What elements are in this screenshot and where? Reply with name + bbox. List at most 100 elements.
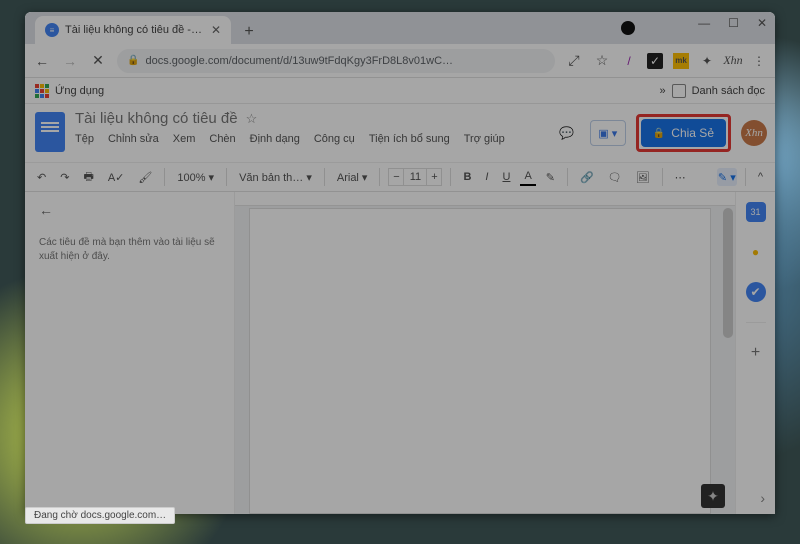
insert-image-button[interactable]: 🖼	[632, 169, 654, 186]
separator	[324, 168, 325, 186]
star-doc-icon[interactable]: ☆	[246, 111, 258, 127]
separator	[164, 168, 165, 186]
separator	[567, 168, 568, 186]
share-button[interactable]: 🔒 Chia Sẻ	[641, 119, 726, 147]
docs-logo-icon[interactable]	[35, 112, 65, 152]
tab-close-icon[interactable]: ✕	[211, 23, 221, 37]
window-controls: — ☐ ✕	[698, 16, 767, 30]
italic-button[interactable]: I	[481, 169, 492, 185]
url-text: docs.google.com/document/d/13uw9tFdqKgy3…	[145, 55, 453, 67]
print-button[interactable]: 🖶	[79, 166, 97, 189]
separator	[450, 168, 451, 186]
separator	[745, 168, 746, 186]
browser-tab[interactable]: ≡ Tài liệu không có tiêu đề - Googl ✕	[35, 16, 231, 44]
header-right: 💬 ▣ ▾ 🔒 Chia Sẻ Xhn	[554, 114, 767, 152]
url-field[interactable]: 🔒 docs.google.com/document/d/13uw9tFdqKg…	[117, 49, 555, 73]
font-size-stepper: − 11 +	[388, 168, 442, 186]
menu-format[interactable]: Định dạng	[250, 133, 300, 145]
redo-button[interactable]: ↷	[56, 169, 73, 186]
share-highlight: 🔒 Chia Sẻ	[636, 114, 731, 152]
add-comment-button[interactable]: 🗨	[604, 169, 626, 186]
tasks-icon[interactable]: ✔	[746, 282, 766, 302]
ext-icon-1[interactable]: /	[621, 53, 637, 69]
comments-history-icon[interactable]: 💬	[554, 120, 580, 146]
undo-button[interactable]: ↶	[33, 169, 50, 186]
formatting-toolbar: ↶ ↷ 🖶 A✓ 🖌 100% ▾ Văn bản th… ▾ Arial ▾ …	[25, 162, 775, 192]
bold-button[interactable]: B	[459, 169, 475, 185]
tab-title: Tài liệu không có tiêu đề - Googl	[65, 24, 205, 36]
apps-label[interactable]: Ứng dụng	[55, 85, 104, 97]
reading-list-label[interactable]: Danh sách đọc	[692, 85, 765, 97]
search-engine-icon[interactable]: ⤢	[565, 52, 583, 69]
separator	[226, 168, 227, 186]
text-color-button[interactable]: A	[520, 168, 535, 186]
nav-stop-button[interactable]: ✕	[89, 52, 107, 69]
separator	[662, 168, 663, 186]
minimize-button[interactable]: —	[698, 16, 710, 30]
browser-menu-icon[interactable]: ⋮	[751, 53, 767, 69]
outline-pane: ← Các tiêu đề mà bạn thêm vào tài liệu s…	[25, 192, 235, 514]
font-size-value[interactable]: 11	[404, 168, 426, 186]
status-bar: Đang chờ docs.google.com…	[25, 507, 175, 524]
browser-window: ≡ Tài liệu không có tiêu đề - Googl ✕ + …	[25, 12, 775, 514]
editing-mode-button[interactable]: ✎ ▾	[717, 168, 737, 186]
reading-list-icon[interactable]	[672, 84, 686, 98]
zoom-dropdown[interactable]: 100% ▾	[173, 169, 218, 186]
paint-format-button[interactable]: 🖌	[134, 169, 156, 186]
share-lock-icon: 🔒	[653, 128, 665, 139]
add-addon-icon[interactable]: +	[746, 343, 766, 363]
ext-icon-2[interactable]: ✓	[647, 53, 663, 69]
lock-icon: 🔒	[127, 55, 139, 66]
outline-close-icon[interactable]: ←	[25, 192, 234, 228]
extensions-menu-icon[interactable]: ✦	[699, 53, 715, 69]
docs-header: Tài liệu không có tiêu đề ☆ Tệp Chỉnh sử…	[25, 104, 775, 162]
vertical-scrollbar[interactable]	[723, 208, 733, 338]
menu-view[interactable]: Xem	[173, 133, 196, 145]
menu-file[interactable]: Tệp	[75, 133, 94, 145]
doc-title[interactable]: Tài liệu không có tiêu đề	[75, 110, 238, 127]
side-panel: 31 ● ✔ +	[735, 192, 775, 514]
address-bar: ← → ✕ 🔒 docs.google.com/document/d/13uw9…	[25, 44, 775, 78]
account-avatar[interactable]: Xhn	[741, 120, 767, 146]
extension-icons: / ✓ mk ✦ Xhn ⋮	[621, 53, 767, 69]
media-indicator-icon[interactable]	[621, 21, 635, 35]
bookmark-star-icon[interactable]: ☆	[593, 52, 611, 69]
tab-strip: ≡ Tài liệu không có tiêu đề - Googl ✕ + …	[25, 12, 775, 44]
new-tab-button[interactable]: +	[237, 20, 261, 44]
menu-insert[interactable]: Chèn	[209, 133, 235, 145]
more-tools-button[interactable]: ⋯	[671, 169, 690, 186]
separator	[379, 168, 380, 186]
insert-link-button[interactable]: 🔗	[576, 169, 598, 186]
close-window-button[interactable]: ✕	[757, 16, 767, 30]
font-size-increase[interactable]: +	[426, 168, 442, 186]
explore-button[interactable]: ✦	[701, 484, 725, 508]
document-page[interactable]	[249, 208, 711, 514]
apps-icon[interactable]	[35, 84, 49, 98]
hide-menus-button[interactable]: ^	[754, 169, 767, 185]
nav-back-button[interactable]: ←	[33, 53, 51, 69]
menu-help[interactable]: Trợ giúp	[464, 133, 505, 145]
hide-side-panel-icon[interactable]: ›	[760, 490, 765, 506]
menu-addons[interactable]: Tiện ích bổ sung	[369, 133, 450, 145]
font-size-decrease[interactable]: −	[388, 168, 404, 186]
maximize-button[interactable]: ☐	[728, 16, 739, 30]
horizontal-ruler[interactable]	[235, 192, 735, 206]
document-area	[235, 192, 735, 514]
share-label: Chia Sẻ	[671, 126, 714, 140]
font-dropdown[interactable]: Arial ▾	[333, 169, 372, 186]
docs-favicon-icon: ≡	[45, 23, 59, 37]
nav-forward-button: →	[61, 53, 79, 69]
bookmarks-overflow-icon[interactable]: »	[659, 85, 665, 97]
profile-avatar-icon[interactable]: Xhn	[725, 53, 741, 69]
styles-dropdown[interactable]: Văn bản th… ▾	[235, 169, 316, 186]
highlight-button[interactable]: ✎	[542, 169, 559, 186]
underline-button[interactable]: U	[498, 169, 514, 185]
ext-icon-3[interactable]: mk	[673, 53, 689, 69]
calendar-icon[interactable]: 31	[746, 202, 766, 222]
keep-icon[interactable]: ●	[746, 242, 766, 262]
spellcheck-button[interactable]: A✓	[104, 169, 129, 186]
bookmarks-bar: Ứng dụng » Danh sách đọc	[25, 78, 775, 104]
menu-tools[interactable]: Công cụ	[314, 133, 355, 145]
present-button[interactable]: ▣ ▾	[590, 120, 626, 146]
menu-edit[interactable]: Chỉnh sửa	[108, 133, 159, 145]
